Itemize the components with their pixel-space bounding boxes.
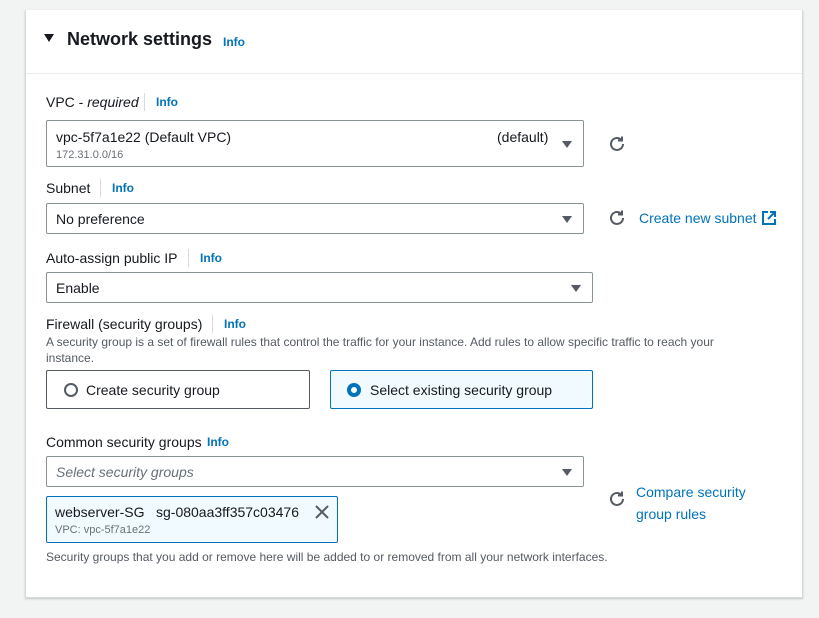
vpc-cidr: 172.31.0.0/16 <box>56 149 124 161</box>
network-settings-panel: Network settings Info VPC - required Inf… <box>25 10 803 598</box>
refresh-icon[interactable] <box>608 135 626 153</box>
chevron-down-icon <box>571 285 581 292</box>
select-existing-security-group-label: Select existing security group <box>370 382 553 398</box>
chevron-down-icon <box>562 141 572 148</box>
compare-link-line1: Compare security <box>636 484 746 500</box>
public-ip-select-value: Enable <box>56 280 100 296</box>
firewall-description-line2: instance. <box>46 351 95 365</box>
firewall-description-line1: A security group is a set of firewall ru… <box>46 335 714 349</box>
panel-title: Network settings <box>67 29 213 49</box>
refresh-icon[interactable] <box>608 490 626 508</box>
panel-header[interactable]: Network settings Info <box>26 10 802 74</box>
chevron-down-icon <box>562 469 572 476</box>
divider <box>144 93 145 111</box>
vpc-required-text: required <box>87 94 139 110</box>
refresh-icon[interactable] <box>608 209 626 227</box>
security-group-name: webserver-SG <box>55 504 145 520</box>
create-new-subnet-link[interactable]: Create new subnet <box>639 210 757 226</box>
create-new-subnet-text: Create new subnet <box>639 210 757 226</box>
firewall-label: Firewall (security groups) <box>46 316 203 332</box>
divider <box>100 179 101 197</box>
vpc-info-link[interactable]: Info <box>156 95 178 109</box>
common-sg-label: Common security groups <box>46 434 202 450</box>
security-group-vpc: VPC: vpc-5f7a1e22 <box>55 524 151 536</box>
external-link-icon[interactable] <box>762 211 776 225</box>
caret-down-icon[interactable] <box>44 34 54 42</box>
divider <box>212 315 213 333</box>
subnet-info-link[interactable]: Info <box>112 181 134 195</box>
common-sg-info-link[interactable]: Info <box>207 435 229 449</box>
close-icon[interactable] <box>314 504 330 520</box>
chevron-down-icon <box>562 216 572 223</box>
select-existing-security-group-radio[interactable] <box>347 383 361 397</box>
public-ip-info-link[interactable]: Info <box>200 251 222 265</box>
select-existing-security-group-tile[interactable]: Select existing security group <box>330 370 593 409</box>
section-info-link[interactable]: Info <box>223 35 245 49</box>
vpc-label-text: VPC - <box>46 94 88 110</box>
subnet-select-value: No preference <box>56 211 145 227</box>
create-security-group-tile[interactable]: Create security group <box>46 370 310 409</box>
vpc-default-tag: (default) <box>497 129 549 145</box>
vpc-select-value: vpc-5f7a1e22 (Default VPC) <box>56 129 232 145</box>
security-groups-select[interactable]: Select security groups <box>46 456 584 487</box>
compare-security-group-rules-link[interactable]: Compare security group rules <box>636 481 746 525</box>
subnet-select[interactable]: No preference <box>46 203 584 234</box>
security-groups-help: Security groups that you add or remove h… <box>46 550 608 564</box>
compare-link-line2: group rules <box>636 506 707 522</box>
public-ip-label: Auto-assign public IP <box>46 250 178 266</box>
firewall-description: A security group is a set of firewall ru… <box>46 334 786 366</box>
divider <box>188 249 189 267</box>
vpc-select[interactable]: vpc-5f7a1e22 (Default VPC) 172.31.0.0/16… <box>46 120 584 167</box>
public-ip-select[interactable]: Enable <box>46 272 593 303</box>
security-group-token: webserver-SG sg-080aa3ff357c03476 VPC: v… <box>46 496 338 543</box>
security-groups-placeholder: Select security groups <box>56 464 194 480</box>
firewall-info-link[interactable]: Info <box>224 317 246 331</box>
create-security-group-label: Create security group <box>86 382 220 398</box>
subnet-label: Subnet <box>46 180 91 196</box>
create-security-group-radio[interactable] <box>64 383 78 397</box>
security-group-id: sg-080aa3ff357c03476 <box>156 504 299 520</box>
vpc-label: VPC - required <box>46 94 139 110</box>
